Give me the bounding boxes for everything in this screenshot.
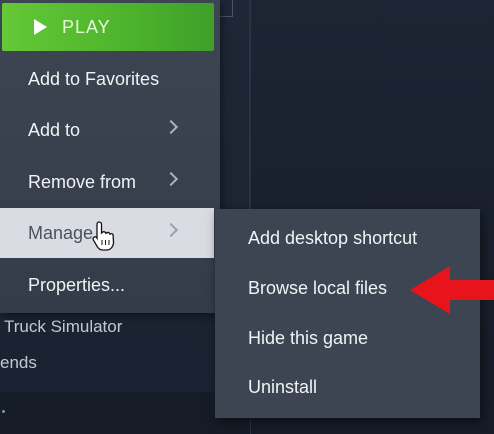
chevron-right-icon bbox=[163, 171, 179, 187]
menu-item-properties[interactable]: Properties... bbox=[0, 260, 220, 310]
submenu-item-label: Hide this game bbox=[248, 327, 369, 348]
play-button[interactable]: PLAY bbox=[2, 3, 214, 51]
menu-item-label: Manage bbox=[28, 222, 94, 243]
submenu-item-uninstall[interactable]: Uninstall bbox=[215, 362, 480, 412]
scroll-dot bbox=[2, 410, 5, 413]
chevron-right-icon bbox=[163, 119, 179, 135]
submenu-item-label: Add desktop shortcut bbox=[248, 227, 418, 248]
play-button-label: PLAY bbox=[62, 16, 111, 37]
menu-item-label: Properties... bbox=[28, 274, 126, 295]
submenu-item-label: Uninstall bbox=[248, 376, 318, 397]
hand-pointer-cursor-icon bbox=[92, 221, 115, 251]
game-context-menu: PLAY Add to Favorites Add to Remove from… bbox=[0, 0, 220, 313]
library-bottom-bar bbox=[0, 392, 250, 434]
menu-item-remove-from[interactable]: Remove from bbox=[0, 157, 220, 207]
game-list-item[interactable]: ends bbox=[0, 353, 37, 373]
menu-item-label: Add to bbox=[28, 119, 81, 140]
game-list-item[interactable]: Truck Simulator bbox=[4, 317, 122, 337]
submenu-item-label: Browse local files bbox=[248, 277, 388, 298]
menu-item-label: Add to Favorites bbox=[28, 68, 160, 89]
menu-item-add-to[interactable]: Add to bbox=[0, 105, 220, 155]
menu-item-add-to-favorites[interactable]: Add to Favorites bbox=[0, 54, 220, 104]
submenu-item-hide-this-game[interactable]: Hide this game bbox=[215, 313, 480, 363]
menu-item-label: Remove from bbox=[28, 171, 137, 192]
red-arrow-annotation bbox=[410, 266, 494, 314]
play-icon bbox=[34, 19, 47, 35]
chevron-right-icon bbox=[163, 222, 179, 238]
submenu-item-add-desktop-shortcut[interactable]: Add desktop shortcut bbox=[215, 213, 480, 263]
